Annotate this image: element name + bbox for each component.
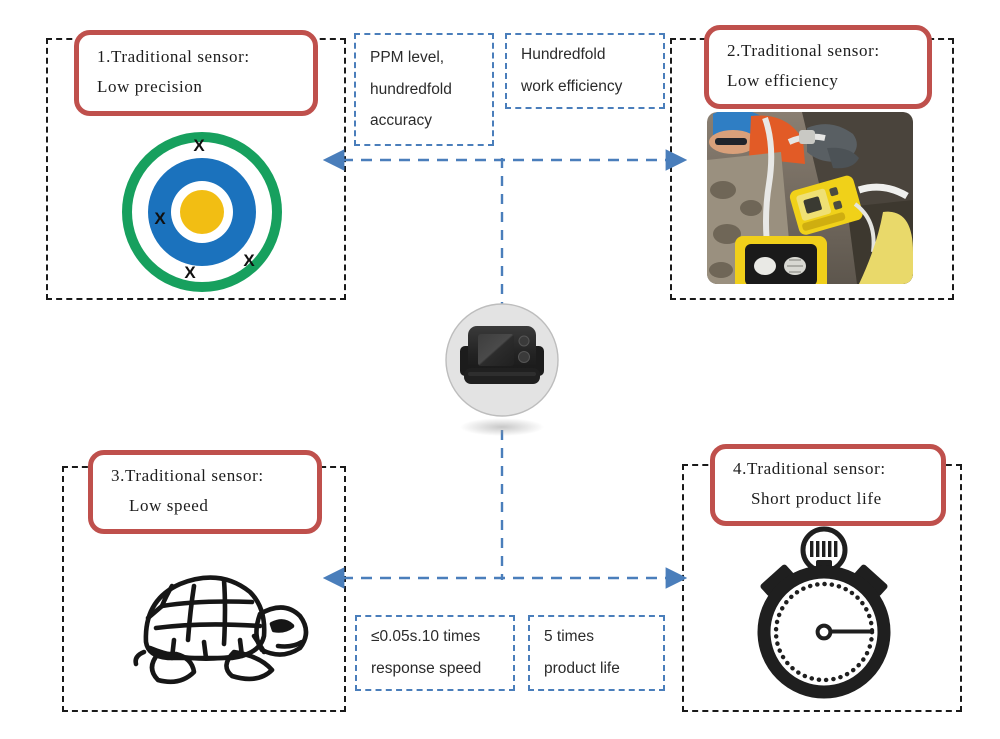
callout-response-line2: response speed [371, 660, 482, 677]
connector-center-vertical-bottom [500, 430, 504, 580]
stopwatch-icon [738, 526, 910, 699]
callout-ppm-accuracy: PPM level, hundredfold accuracy [354, 33, 494, 146]
callout-response-line1: ≤0.05s.10 times [371, 628, 481, 646]
callout-work-line1: Hundredfold [521, 46, 606, 64]
field-worker-photo [707, 112, 913, 284]
label-3-line2: Low speed [129, 496, 209, 515]
gas-sensor-device [460, 326, 544, 384]
turtle-icon [128, 556, 318, 696]
callout-ppm-line3: accuracy [370, 112, 433, 130]
label-box-low-speed: 3.Traditional sensor: Low speed [88, 450, 322, 534]
callout-ppm-line1: PPM level, [370, 48, 445, 66]
label-2-line2: Low efficiency [727, 71, 839, 90]
target-mark-right: X [243, 251, 255, 270]
callout-response-speed: ≤0.05s.10 times response speed [355, 615, 515, 691]
label-4-line2: Short product life [751, 489, 882, 508]
callout-ppm-line2: hundredfold [370, 80, 452, 98]
callout-work-line2: work efficiency [521, 78, 623, 95]
callout-work-efficiency: Hundredfold work efficiency [505, 33, 665, 109]
callout-life-line1: 5 times [544, 628, 594, 646]
label-box-short-product-life: 4.Traditional sensor: Short product life [710, 444, 946, 526]
label-box-low-efficiency: 2.Traditional sensor: Low efficiency [704, 25, 932, 109]
label-1-line2: Low precision [97, 77, 203, 96]
callout-product-life: 5 times product life [528, 615, 665, 691]
diagram-canvas: PPM level, hundredfold accuracy Hundredf… [0, 0, 1000, 739]
target-mark-top: X [193, 136, 205, 155]
callout-life-line2: product life [544, 660, 620, 677]
target-mark-bottom: X [184, 263, 196, 282]
target-mark-left: X [154, 209, 166, 228]
label-3-line1: 3.Traditional sensor: [111, 466, 264, 486]
label-1-line1: 1.Traditional sensor: [97, 47, 250, 67]
label-box-low-precision: 1.Traditional sensor: Low precision [74, 30, 318, 116]
label-4-line1: 4.Traditional sensor: [733, 459, 886, 479]
center-device-badge [434, 300, 570, 436]
connector-center-vertical-top [500, 158, 504, 306]
label-2-line1: 2.Traditional sensor: [727, 41, 880, 61]
target-icon: X X X X [122, 132, 282, 292]
